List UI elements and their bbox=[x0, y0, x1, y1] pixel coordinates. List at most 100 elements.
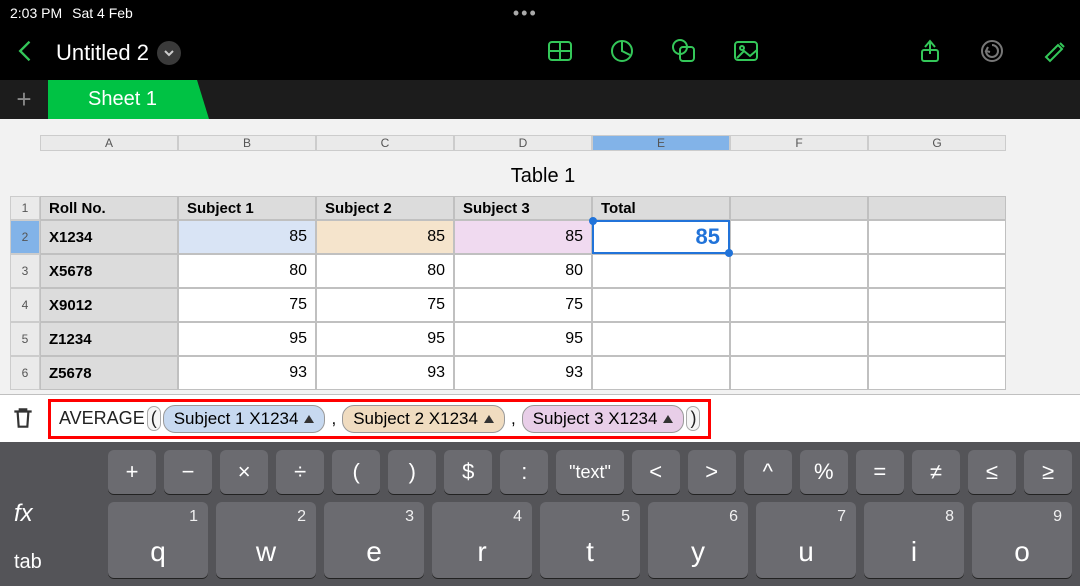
row-head-3[interactable]: 3 bbox=[10, 254, 40, 288]
col-head-d[interactable]: D bbox=[454, 135, 592, 151]
col-head-f[interactable]: F bbox=[730, 135, 868, 151]
table-icon[interactable] bbox=[546, 37, 574, 70]
cell[interactable]: 85 bbox=[178, 220, 316, 254]
cell[interactable]: 95 bbox=[316, 322, 454, 356]
row-head-4[interactable]: 4 bbox=[10, 288, 40, 322]
cell[interactable]: Z5678 bbox=[40, 356, 178, 390]
cell[interactable] bbox=[592, 288, 730, 322]
cell[interactable]: 93 bbox=[454, 356, 592, 390]
trash-icon[interactable] bbox=[10, 405, 38, 433]
col-head-c[interactable]: C bbox=[316, 135, 454, 151]
key-dollar[interactable]: $ bbox=[444, 450, 492, 494]
cell[interactable]: 80 bbox=[178, 254, 316, 288]
key-colon[interactable]: : bbox=[500, 450, 548, 494]
key-neq[interactable]: ≠ bbox=[912, 450, 960, 494]
cell[interactable]: 85 bbox=[454, 220, 592, 254]
back-button[interactable] bbox=[12, 37, 40, 70]
sheet-tab-1[interactable]: Sheet 1 bbox=[48, 80, 197, 119]
key-text[interactable]: "text" bbox=[556, 450, 623, 494]
cell[interactable]: 75 bbox=[454, 288, 592, 322]
col-head-e[interactable]: E bbox=[592, 135, 730, 151]
undo-icon[interactable] bbox=[978, 37, 1006, 70]
key-paren-open[interactable]: ( bbox=[332, 450, 380, 494]
cell[interactable]: X9012 bbox=[40, 288, 178, 322]
key-r[interactable]: 4r bbox=[432, 502, 532, 578]
add-sheet-button[interactable]: + bbox=[0, 80, 48, 119]
col-head-g[interactable]: G bbox=[868, 135, 1006, 151]
spreadsheet-canvas[interactable]: A B C D E F G Table 1 1 2 3 4 5 6 Roll N… bbox=[0, 119, 1080, 394]
image-icon[interactable] bbox=[732, 37, 760, 70]
cell[interactable] bbox=[868, 220, 1006, 254]
formula-token-1[interactable]: Subject 1 X1234 bbox=[163, 405, 326, 433]
key-gte[interactable]: ≥ bbox=[1024, 450, 1072, 494]
cell[interactable]: Z1234 bbox=[40, 322, 178, 356]
row-head-2[interactable]: 2 bbox=[10, 220, 40, 254]
cell[interactable]: 95 bbox=[454, 322, 592, 356]
key-percent[interactable]: % bbox=[800, 450, 848, 494]
cell[interactable] bbox=[730, 356, 868, 390]
multitasking-ellipsis-icon[interactable]: ••• bbox=[513, 3, 538, 24]
key-caret[interactable]: ^ bbox=[744, 450, 792, 494]
shape-icon[interactable] bbox=[670, 37, 698, 70]
cell[interactable]: 75 bbox=[316, 288, 454, 322]
header-f[interactable] bbox=[730, 196, 868, 220]
share-icon[interactable] bbox=[916, 37, 944, 70]
cell[interactable] bbox=[730, 322, 868, 356]
cell[interactable]: X5678 bbox=[40, 254, 178, 288]
cell[interactable]: 95 bbox=[178, 322, 316, 356]
key-multiply[interactable]: × bbox=[220, 450, 268, 494]
key-lte[interactable]: ≤ bbox=[968, 450, 1016, 494]
cell[interactable] bbox=[868, 356, 1006, 390]
document-title[interactable]: Untitled 2 bbox=[56, 40, 181, 66]
key-w[interactable]: 2w bbox=[216, 502, 316, 578]
key-divide[interactable]: ÷ bbox=[276, 450, 324, 494]
key-e[interactable]: 3e bbox=[324, 502, 424, 578]
cell[interactable]: 75 bbox=[178, 288, 316, 322]
key-i[interactable]: 8i bbox=[864, 502, 964, 578]
cell[interactable] bbox=[592, 356, 730, 390]
cell[interactable] bbox=[868, 254, 1006, 288]
row-head-5[interactable]: 5 bbox=[10, 322, 40, 356]
cell[interactable] bbox=[730, 220, 868, 254]
chart-icon[interactable] bbox=[608, 37, 636, 70]
key-minus[interactable]: − bbox=[164, 450, 212, 494]
cell[interactable] bbox=[592, 322, 730, 356]
key-equals[interactable]: = bbox=[856, 450, 904, 494]
cell[interactable] bbox=[868, 322, 1006, 356]
format-brush-icon[interactable] bbox=[1040, 37, 1068, 70]
header-total[interactable]: Total bbox=[592, 196, 730, 220]
key-lt[interactable]: < bbox=[632, 450, 680, 494]
header-subject1[interactable]: Subject 1 bbox=[178, 196, 316, 220]
header-g[interactable] bbox=[868, 196, 1006, 220]
formula-token-3[interactable]: Subject 3 X1234 bbox=[522, 405, 685, 433]
key-gt[interactable]: > bbox=[688, 450, 736, 494]
row-head-1[interactable]: 1 bbox=[10, 196, 40, 220]
cell[interactable]: 93 bbox=[178, 356, 316, 390]
table-title[interactable]: Table 1 bbox=[40, 165, 1046, 188]
fx-button[interactable]: fx bbox=[14, 500, 33, 528]
row-head-6[interactable]: 6 bbox=[10, 356, 40, 390]
key-y[interactable]: 6y bbox=[648, 502, 748, 578]
formula-bar[interactable]: AVERAGE ( Subject 1 X1234 , Subject 2 X1… bbox=[0, 394, 1080, 442]
header-subject2[interactable]: Subject 2 bbox=[316, 196, 454, 220]
cell[interactable] bbox=[730, 254, 868, 288]
cell[interactable] bbox=[730, 288, 868, 322]
formula-token-2[interactable]: Subject 2 X1234 bbox=[342, 405, 505, 433]
key-t[interactable]: 5t bbox=[540, 502, 640, 578]
cell[interactable]: 85 bbox=[316, 220, 454, 254]
active-cell[interactable]: 85 bbox=[592, 220, 730, 254]
cell[interactable]: 80 bbox=[316, 254, 454, 288]
header-subject3[interactable]: Subject 3 bbox=[454, 196, 592, 220]
cell[interactable] bbox=[592, 254, 730, 288]
col-head-a[interactable]: A bbox=[40, 135, 178, 151]
key-paren-close[interactable]: ) bbox=[388, 450, 436, 494]
cell[interactable]: 93 bbox=[316, 356, 454, 390]
key-o[interactable]: 9o bbox=[972, 502, 1072, 578]
tab-key[interactable]: tab bbox=[14, 551, 42, 574]
col-head-b[interactable]: B bbox=[178, 135, 316, 151]
cell[interactable]: 80 bbox=[454, 254, 592, 288]
key-u[interactable]: 7u bbox=[756, 502, 856, 578]
key-q[interactable]: 1q bbox=[108, 502, 208, 578]
key-plus[interactable]: + bbox=[108, 450, 156, 494]
cell[interactable]: X1234 bbox=[40, 220, 178, 254]
